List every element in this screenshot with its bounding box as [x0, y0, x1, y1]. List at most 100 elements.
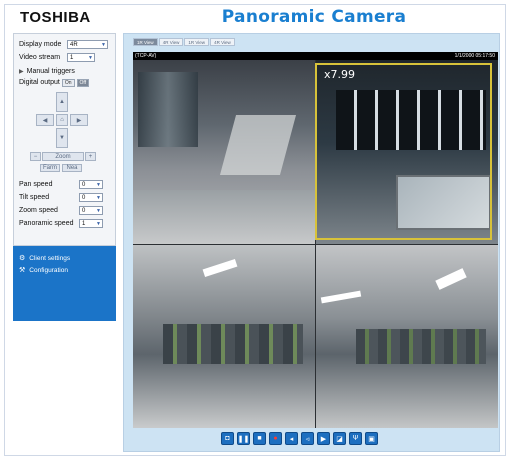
configuration-label: Configuration: [29, 266, 68, 274]
video-stream-select[interactable]: 1 ▼: [67, 53, 95, 62]
stop-button[interactable]: ■: [253, 432, 266, 445]
configuration-link[interactable]: ⚒ Configuration: [19, 266, 68, 275]
zoom-speed-select[interactable]: 0 ▼: [79, 206, 103, 215]
display-mode-label: Display mode: [19, 41, 62, 48]
fullscreen-button[interactable]: ▣: [365, 432, 378, 445]
display-mode-value: 4R: [70, 41, 78, 48]
digital-zoom-box[interactable]: x7.99: [315, 63, 492, 240]
video-status-bar: (TCP-AV) 1/1/2000 05:17:50: [133, 52, 498, 60]
zoom-speed-label: Zoom speed: [19, 207, 58, 214]
tilt-speed-row: Tilt speed: [19, 192, 49, 203]
brand-logo: TOSHIBA: [20, 9, 91, 26]
focus-near-label: Nea: [66, 165, 78, 171]
record-button[interactable]: ●: [269, 432, 282, 445]
zoom-speed-row: Zoom speed: [19, 205, 58, 216]
microphone-icon: Ψ: [352, 435, 359, 442]
camera-icon: ◘: [225, 435, 230, 442]
display-mode-select[interactable]: 4R ▼: [67, 40, 108, 49]
pan-speed-label: Pan speed: [19, 181, 53, 188]
video-stream-value: 1: [70, 54, 74, 61]
pan-down-button[interactable]: ▼: [56, 128, 68, 148]
home-button[interactable]: ⌂: [56, 114, 68, 126]
triangle-right-icon: ▶: [19, 69, 24, 75]
panoramic-speed-select[interactable]: 1 ▼: [79, 219, 103, 228]
pan-speed-select[interactable]: 0 ▼: [79, 180, 103, 189]
manual-triggers-toggle[interactable]: ▶ Manual triggers: [19, 66, 75, 77]
chevron-down-icon: ▼: [96, 208, 101, 214]
chevron-down-icon: ▼: [101, 42, 106, 48]
chevron-down-icon: ▼: [96, 182, 101, 188]
pan-speed-row: Pan speed: [19, 179, 52, 190]
pan-speed-value: 0: [82, 181, 86, 188]
video-timestamp: 1/1/2000 05:17:50: [454, 53, 495, 59]
arrow-right-icon: ▶: [76, 117, 82, 124]
focus-far-label: Farm: [43, 165, 57, 171]
chevron-down-icon: ▼: [96, 195, 101, 201]
pan-up-button[interactable]: ▲: [56, 92, 68, 112]
video-quadrant-1: [133, 60, 316, 244]
video-quadrant-3: [133, 244, 316, 428]
mute-button[interactable]: ◃: [301, 432, 314, 445]
tab-view-2[interactable]: 4R View: [158, 38, 184, 46]
zoom-speed-value: 0: [82, 207, 86, 214]
client-settings-label: Client settings: [29, 254, 71, 262]
tilt-speed-select[interactable]: 0 ▼: [79, 193, 103, 202]
focus-far-button[interactable]: Farm: [40, 164, 60, 172]
arrow-left-icon: ◀: [42, 117, 48, 124]
volume-icon: ◂: [289, 435, 294, 443]
fullscreen-icon: ▣: [368, 435, 375, 443]
tab-view-3[interactable]: 1R View: [184, 38, 210, 46]
page-title: Panoramic Camera: [221, 7, 407, 27]
digital-output-off-button[interactable]: Off: [76, 78, 90, 87]
stream-protocol: (TCP-AV): [135, 53, 157, 59]
zoom-in-button[interactable]: +: [85, 152, 96, 161]
chevron-down-icon: ▼: [96, 221, 101, 227]
speaker-button[interactable]: ▶: [317, 432, 330, 445]
talk-button[interactable]: ◪: [333, 432, 346, 445]
pan-right-button[interactable]: ▶: [70, 114, 88, 126]
pan-left-button[interactable]: ◀: [36, 114, 54, 126]
speaker-icon: ▶: [320, 435, 327, 443]
wrench-icon: ⚒: [19, 267, 26, 274]
video-stream-row: Video stream: [19, 52, 60, 63]
minus-icon: −: [33, 153, 38, 160]
volume-button[interactable]: ◂: [285, 432, 298, 445]
zoom-out-button[interactable]: −: [30, 152, 41, 161]
pause-icon: ❚❚: [237, 435, 250, 443]
video-stream-label: Video stream: [19, 54, 61, 61]
talk-icon: ◪: [336, 435, 343, 443]
digital-output-on-button[interactable]: On: [61, 78, 75, 87]
tilt-speed-value: 0: [82, 194, 86, 201]
snapshot-button[interactable]: ◘: [221, 432, 234, 445]
arrow-down-icon: ▼: [59, 135, 65, 141]
view-tabs: 1R View 4R View 1R View 4R View: [133, 38, 235, 46]
microphone-button[interactable]: Ψ: [349, 432, 362, 445]
arrow-up-icon: ▲: [59, 99, 65, 105]
focus-near-button[interactable]: Nea: [62, 164, 82, 172]
gear-icon: ⚙: [19, 255, 26, 262]
video-toolbar: ◘ ❚❚ ■ ● ◂ ◃ ▶ ◪ Ψ ▣: [221, 432, 378, 445]
control-panel: Display mode 4R ▼ Video stream 1 ▼ ▶ Man…: [13, 33, 116, 246]
mute-icon: ◃: [305, 435, 310, 443]
chevron-down-icon: ▼: [88, 55, 93, 61]
zoom-level-label: x7.99: [324, 68, 356, 81]
camera-video[interactable]: x7.99: [133, 60, 498, 428]
panoramic-speed-row: Panoramic speed: [19, 218, 73, 229]
side-nav: ⚙ Client settings ⚒ Configuration: [13, 246, 116, 321]
digital-output-label: Digital output: [19, 79, 60, 86]
plus-icon: +: [88, 153, 93, 160]
panoramic-speed-label: Panoramic speed: [19, 220, 74, 227]
tab-view-1[interactable]: 1R View: [133, 38, 158, 46]
tilt-speed-label: Tilt speed: [19, 194, 50, 201]
display-mode-row: Display mode: [19, 39, 61, 50]
home-icon: ⌂: [60, 117, 64, 123]
record-icon: ●: [273, 435, 278, 442]
client-settings-link[interactable]: ⚙ Client settings: [19, 254, 71, 263]
tab-view-4[interactable]: 4R View: [210, 38, 235, 46]
manual-triggers-label: Manual triggers: [26, 68, 75, 75]
zoom-label: Zoom: [55, 153, 71, 160]
zoom-label-box: Zoom: [42, 152, 84, 161]
stop-icon: ■: [257, 435, 262, 442]
pause-button[interactable]: ❚❚: [237, 432, 250, 445]
digital-output-row: Digital output On Off: [19, 77, 90, 88]
